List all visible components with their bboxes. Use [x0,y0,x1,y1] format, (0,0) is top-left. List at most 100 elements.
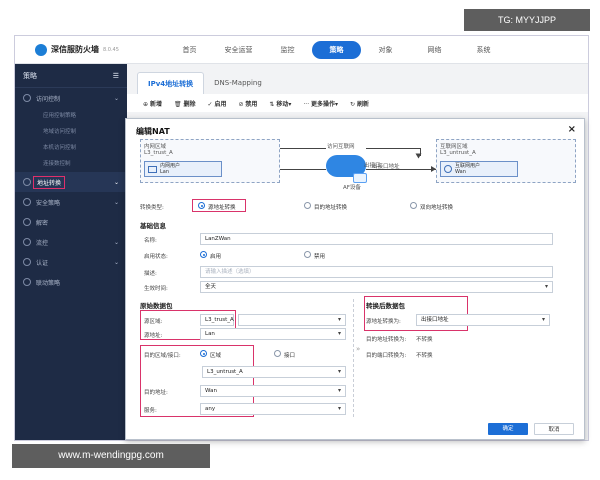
effective-time-label: 生效时间: [144,286,168,292]
description-input[interactable]: 请输入描述（选填） [200,266,553,278]
radio-dst-zone[interactable] [200,350,207,357]
key-icon [23,218,31,226]
tab-dns-mapping[interactable]: DNS-Mapping [204,72,272,94]
source-user-value: Lan [160,169,170,175]
destination-port-conversion-label: 目的端口转换为: [366,353,407,359]
source-address-label: 源地址: [144,333,163,339]
destination-type-label: 目的区域/接口: [144,353,181,359]
sidebar-item-label: 认证 [36,259,49,267]
lock-icon [23,198,31,206]
source-address-select[interactable]: Lan [200,328,346,340]
chevron-down-icon: ⌄ [113,238,119,246]
nav-security-ops[interactable]: 安全运营 [214,41,263,59]
sidebar-subitem-app-control[interactable]: 应用控制策略 [15,108,127,124]
double-chevron-right-icon: » [356,345,361,353]
cancel-button[interactable]: 取消 [534,423,574,435]
sidebar-item-security-policy[interactable]: 安全策略 ⌄ [15,192,127,212]
nav-home[interactable]: 首页 [165,41,214,59]
sidebar-item-linkage[interactable]: 联动策略 [15,272,127,292]
destination-port-conversion-value: 不转换 [416,353,433,359]
user-icon [23,258,31,266]
source-conversion-label: 源地址转换为: [366,319,401,325]
refresh-button[interactable]: ↻ 刷新 [350,99,369,108]
name-input[interactable]: LanZWan [200,233,553,245]
option-bidirectional-nat[interactable]: 双向地址转换 [420,203,453,211]
shield-icon [23,94,31,102]
connector-line [280,148,326,149]
service-select[interactable]: any [200,403,346,415]
option-enable[interactable]: 启用 [210,252,221,260]
nav-system[interactable]: 系统 [459,41,508,59]
top-bar: 深信服防火墙 8.0.45 首页 安全运营 监控 策略 对象 网络 系统 [15,36,588,64]
radio-bidirectional-nat[interactable] [410,202,417,209]
effective-time-select[interactable]: 全天 [200,281,553,293]
destination-conversion-label: 目的地址转换为: [366,337,407,343]
description-label: 描述: [144,271,157,277]
radio-disable[interactable] [304,251,311,258]
toolbar: ⊕ 新增 🗑 删除 ✓ 启用 ⊘ 禁用 ⇅ 移动▾ ··· 更多操作▾ ↻ 刷新 [127,94,588,112]
sidebar-item-label: 解密 [36,219,49,227]
radio-src-nat[interactable] [198,202,205,209]
brand-logo-icon [35,43,47,56]
nav-policy[interactable]: 策略 [312,40,361,59]
radio-enable[interactable] [200,251,207,258]
source-zone-input[interactable]: L3_trust_A [200,314,234,326]
sidebar-item-label: 流控 [36,239,49,247]
connector-line [280,169,326,170]
sidebar-item-label: 联动策略 [36,279,61,287]
sidebar-item-decrypt[interactable]: 解密 [15,212,127,232]
sidebar-item-access-control[interactable]: 访问控制 ⌄ [15,88,127,108]
source-conversion-select[interactable]: 出接口地址 [416,314,550,326]
source-user-box: 内网用户 Lan [144,161,222,177]
disable-button[interactable]: ⊘ 禁用 [238,99,257,108]
option-dst-zone[interactable]: 区域 [210,351,221,359]
nat-diagram: 内网区域 L3_trust_A 内网用户 Lan 访问互联网 AF设备 出接口 出… [140,139,576,199]
source-zone-label: 源区域: [144,319,163,325]
gauge-icon [23,238,31,246]
sidebar-item-label: 安全策略 [36,199,61,207]
link-icon [23,278,31,286]
destination-address-select[interactable]: Wan [200,385,346,397]
radio-dst-nat[interactable] [304,202,311,209]
more-actions-button[interactable]: ··· 更多操作▾ [303,99,338,108]
option-dst-nat[interactable]: 目的地址转换 [314,203,347,211]
radio-dst-interface[interactable] [274,350,281,357]
sidebar-subitem-local-control[interactable]: 本机访问控制 [15,140,127,156]
router-icon [353,173,367,183]
delete-button[interactable]: 🗑 删除 [174,99,196,108]
source-zone-name: L3_trust_A [144,150,173,156]
sidebar-subitem-conn-control[interactable]: 连接数控制 [15,156,127,172]
edit-nat-dialog: 编辑NAT × 内网区域 L3_trust_A 内网用户 Lan 访问互联网 AF… [125,118,585,440]
tab-ipv4-nat[interactable]: IPv4地址转换 [137,72,205,94]
sidebar-header: 策略 ☰ [15,64,127,88]
destination-user-box: 互联网用户 Wan [440,161,518,177]
ok-button[interactable]: 确定 [488,423,528,435]
sidebar-title: 策略 [23,71,37,80]
option-src-nat[interactable]: 源地址转换 [208,203,236,211]
sidebar-subitem-geo-control[interactable]: 地域访问控制 [15,124,127,140]
move-button[interactable]: ⇅ 移动▾ [269,99,291,108]
nav-network[interactable]: 网络 [410,41,459,59]
option-dst-interface[interactable]: 接口 [284,351,295,359]
destination-zone-select[interactable]: L3_untrust_A [202,366,346,378]
menu-collapse-icon[interactable]: ☰ [113,72,119,80]
sidebar-item-auth[interactable]: 认证 ⌄ [15,252,127,272]
option-disable[interactable]: 禁用 [314,252,325,260]
close-icon[interactable]: × [568,124,576,135]
destination-user-value: Wan [455,169,466,175]
destination-zone-title: 互联网区域 [440,144,468,150]
destination-conversion-value: 不转换 [416,337,433,343]
out-addr-label: 出接口地址 [372,164,400,170]
diagram-top-text: 访问互联网 [327,144,355,150]
nav-monitor[interactable]: 监控 [263,41,312,59]
source-zone-select[interactable] [238,314,346,326]
nav-objects[interactable]: 对象 [361,41,410,59]
add-button[interactable]: ⊕ 新增 [143,99,162,108]
brand: 深信服防火墙 8.0.45 [15,43,165,56]
destination-address-label: 目的地址: [144,390,168,396]
sidebar-item-nat[interactable]: 地址转换 ⌄ [15,172,127,192]
sidebar-item-flow-control[interactable]: 流控 ⌄ [15,232,127,252]
monitor-icon [148,165,157,173]
enable-button[interactable]: ✓ 启用 [208,99,227,108]
device-label: AF设备 [343,185,361,191]
